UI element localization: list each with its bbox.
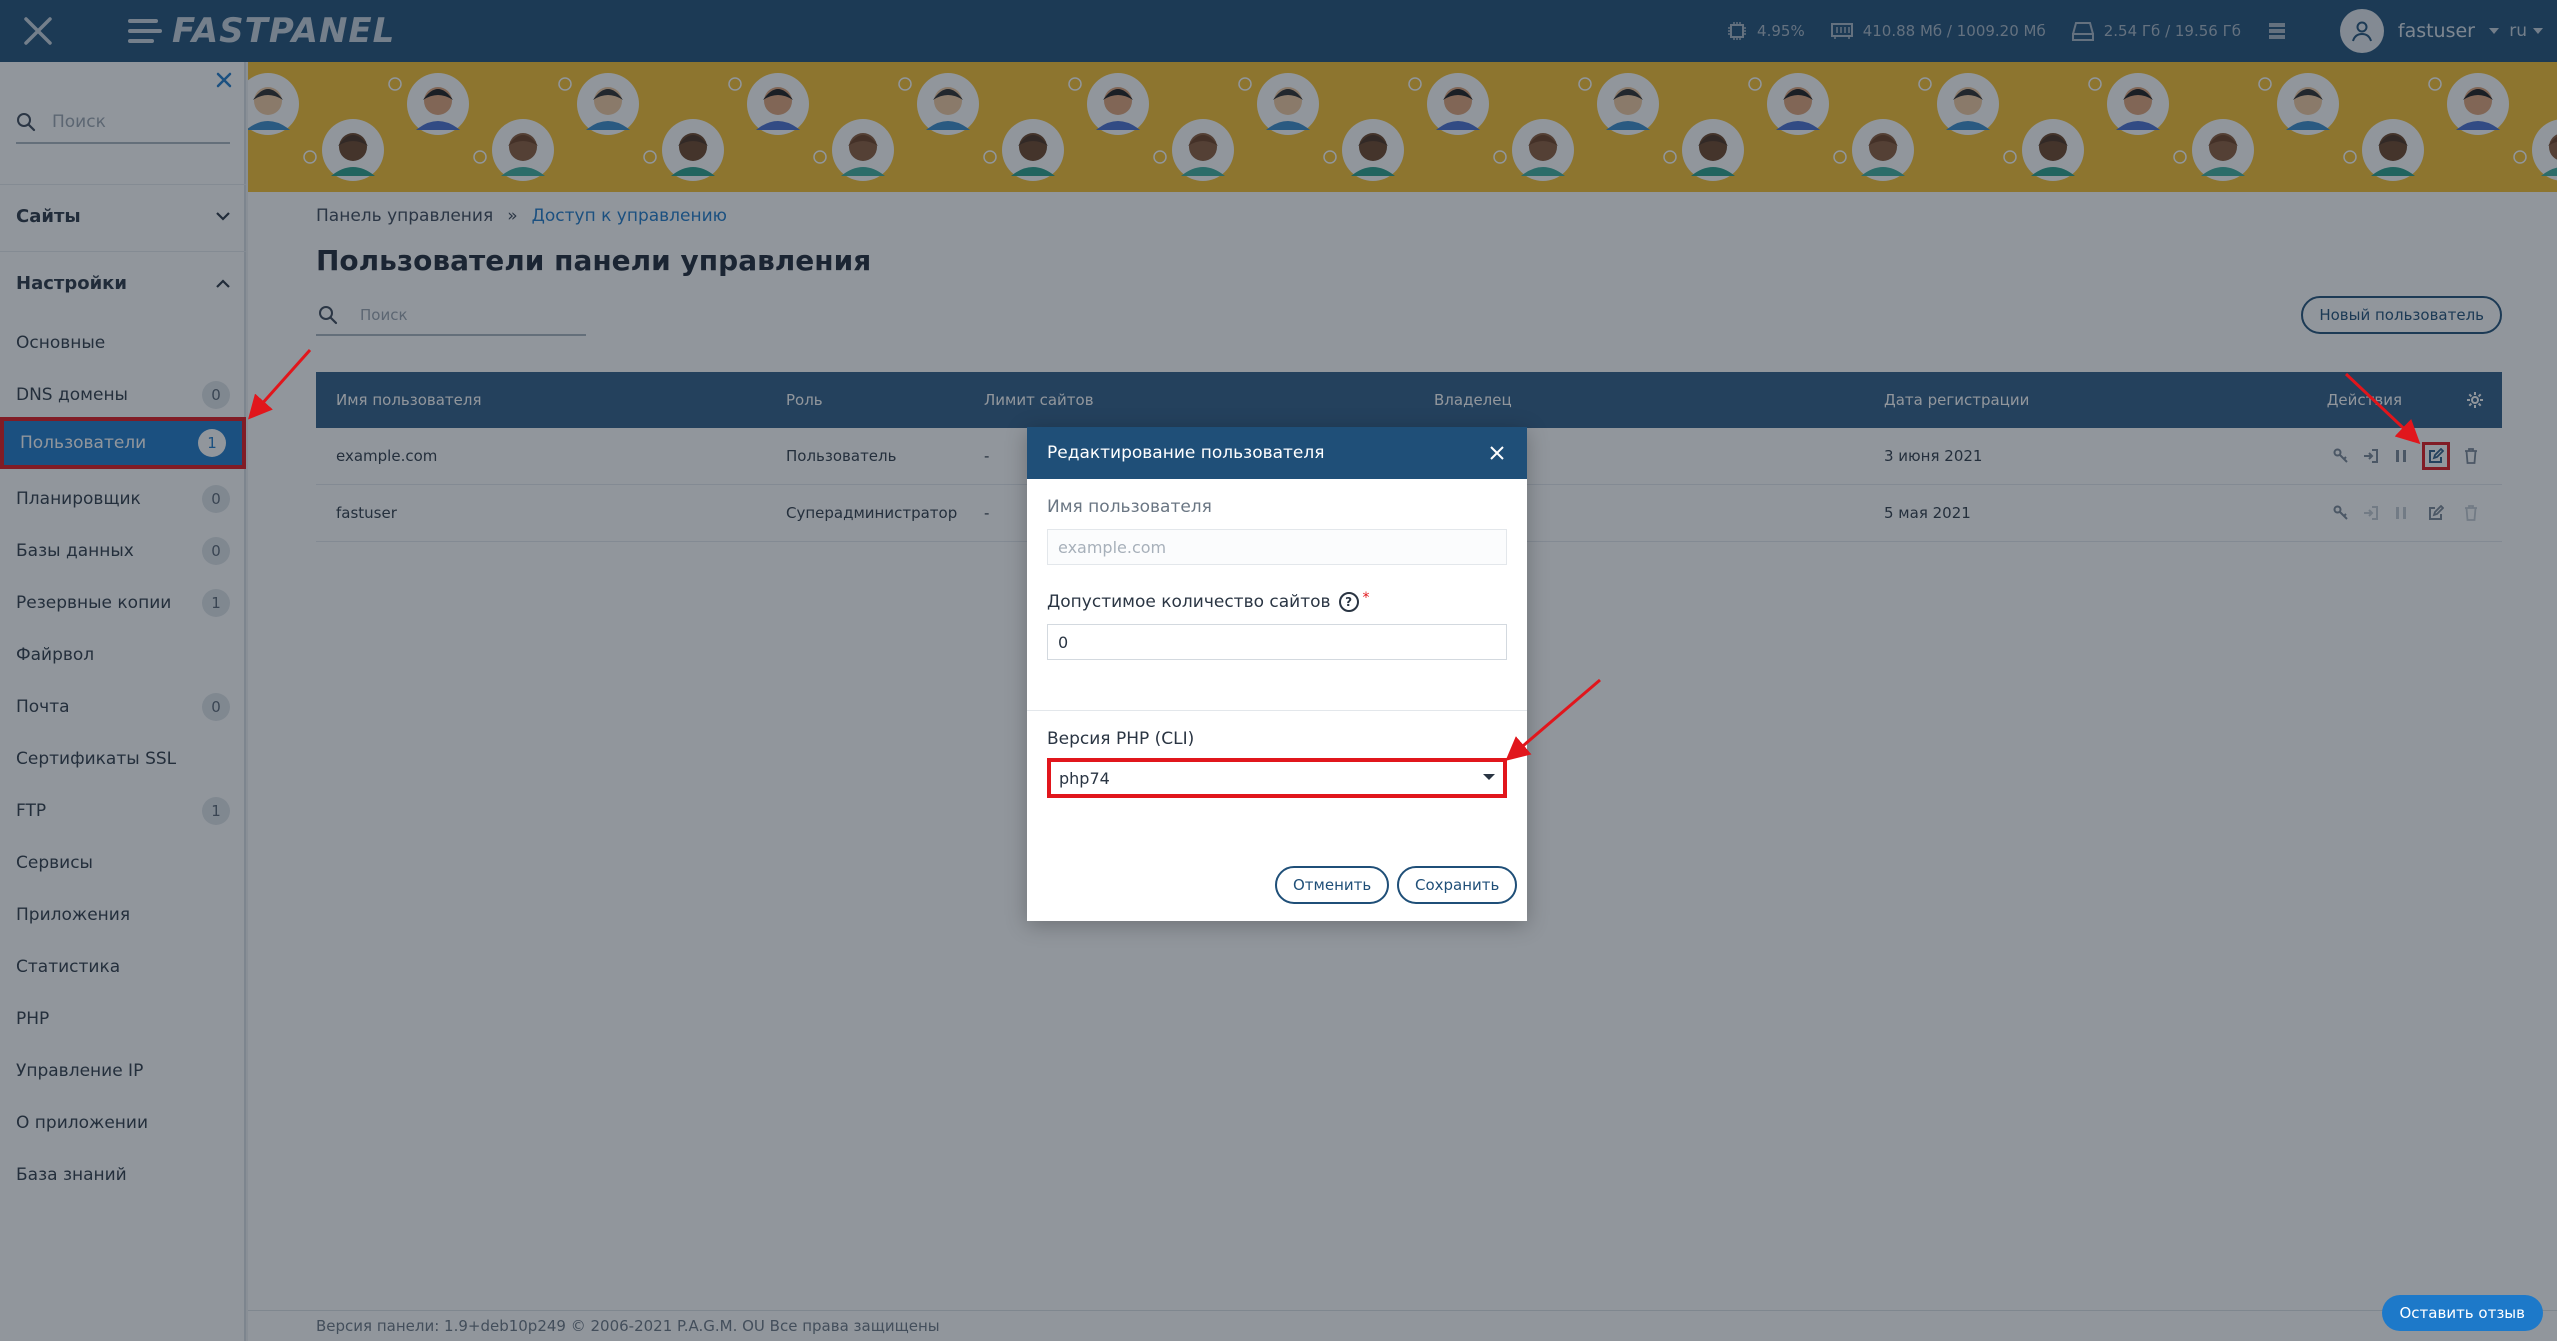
- modal-title: Редактирование пользователя: [1047, 443, 1325, 463]
- username-value: example.com: [1058, 537, 1167, 557]
- caret-down-icon: [1483, 774, 1495, 780]
- php-version-label-text: Версия PHP (CLI): [1047, 729, 1195, 749]
- username-label: Имя пользователя: [1047, 497, 1212, 517]
- edit-user-modal: Редактирование пользователя Имя пользова…: [1027, 427, 1527, 921]
- sites-limit-label-text: Допустимое количество сайтов: [1047, 592, 1331, 612]
- php-version-label: Версия PHP (CLI): [1047, 729, 1194, 749]
- modal-close-button[interactable]: [1487, 443, 1507, 463]
- help-icon[interactable]: ?: [1338, 592, 1359, 612]
- required-marker-icon: *: [1362, 590, 1370, 606]
- divider: [1027, 710, 1527, 711]
- save-button[interactable]: Сохранить: [1397, 866, 1518, 904]
- php-version-value: php74: [1059, 768, 1110, 788]
- cancel-button[interactable]: Отменить: [1275, 866, 1390, 904]
- php-version-select[interactable]: php74: [1047, 758, 1507, 798]
- sites-limit-label: Допустимое количество сайтов ? *: [1047, 590, 1370, 612]
- modal-header: Редактирование пользователя: [1027, 427, 1527, 479]
- username-field: example.com: [1047, 529, 1507, 565]
- username-label-text: Имя пользователя: [1047, 497, 1212, 517]
- sites-limit-field[interactable]: 0: [1047, 624, 1507, 660]
- close-icon: [1490, 446, 1504, 460]
- feedback-button[interactable]: Оставить отзыв: [2381, 1295, 2543, 1331]
- sites-limit-value: 0: [1058, 632, 1069, 652]
